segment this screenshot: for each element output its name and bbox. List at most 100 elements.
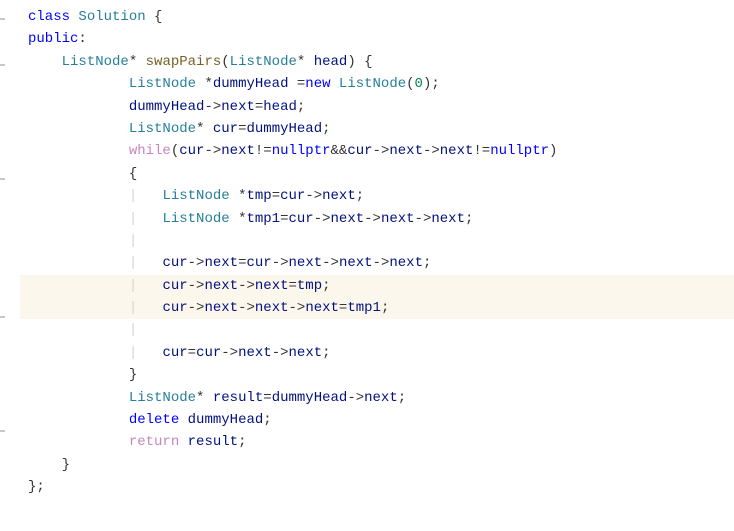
token: cur <box>162 300 187 316</box>
code-line[interactable]: ListNode* cur=dummyHead; <box>20 118 734 140</box>
token: * <box>129 54 146 70</box>
token <box>179 434 187 450</box>
token: dummyHead <box>213 76 289 92</box>
token: -> <box>373 255 390 271</box>
token: ; <box>381 300 389 316</box>
token: -> <box>314 211 331 227</box>
token: ListNode <box>129 121 196 137</box>
code-line[interactable]: { <box>20 163 734 185</box>
token: tmp <box>246 188 271 204</box>
token: dummyHead <box>188 412 264 428</box>
token: -> <box>415 211 432 227</box>
token: public <box>28 31 78 47</box>
token: tmp <box>297 278 322 294</box>
token: result <box>188 434 238 450</box>
code-line[interactable]: | <box>20 319 734 341</box>
token: ); <box>423 76 440 92</box>
code-line[interactable]: | <box>20 230 734 252</box>
token: while <box>129 143 171 159</box>
code-body[interactable]: class Solution {public: ListNode* swapPa… <box>20 6 734 499</box>
token: result <box>213 390 263 406</box>
token: = <box>263 390 271 406</box>
token: -> <box>305 188 322 204</box>
token: next <box>204 300 238 316</box>
code-line[interactable]: | cur=cur->next->next; <box>20 342 734 364</box>
token: ; <box>322 345 330 361</box>
token: tmp1 <box>246 211 280 227</box>
token: ListNode <box>339 76 406 92</box>
token: { <box>146 9 163 25</box>
code-line[interactable]: | ListNode *tmp1=cur->next->next->next; <box>20 208 734 230</box>
code-line[interactable]: while(cur->next!=nullptr&&cur->next->nex… <box>20 140 734 162</box>
token: next <box>255 300 289 316</box>
token: ; <box>238 434 246 450</box>
token: next <box>331 211 365 227</box>
token: next <box>440 143 474 159</box>
token: next <box>389 255 423 271</box>
token: -> <box>188 300 205 316</box>
token: -> <box>272 255 289 271</box>
token: } <box>129 367 137 383</box>
token: -> <box>238 278 255 294</box>
token: dummyHead <box>129 99 205 115</box>
token: } <box>62 457 70 473</box>
token: && <box>331 143 348 159</box>
token: next <box>255 278 289 294</box>
code-line[interactable]: dummyHead->next=head; <box>20 96 734 118</box>
code-line[interactable]: | cur->next->next->next=tmp1; <box>20 297 734 319</box>
token: 0 <box>415 76 423 92</box>
token: cur <box>179 143 204 159</box>
token: cur <box>246 255 271 271</box>
code-line[interactable]: ListNode* result=dummyHead->next; <box>20 387 734 409</box>
token: * <box>204 76 212 92</box>
token: return <box>129 434 179 450</box>
code-line[interactable]: return result; <box>20 431 734 453</box>
code-line[interactable]: } <box>20 364 734 386</box>
token: head <box>314 54 348 70</box>
token: -> <box>423 143 440 159</box>
token: next <box>221 143 255 159</box>
code-line[interactable]: | ListNode *tmp=cur->next; <box>20 185 734 207</box>
token: ( <box>406 76 414 92</box>
code-line[interactable]: } <box>20 454 734 476</box>
token: -> <box>204 99 221 115</box>
token: { <box>129 166 137 182</box>
token: = <box>188 345 196 361</box>
token: delete <box>129 412 179 428</box>
token: next <box>305 300 339 316</box>
token: tmp1 <box>347 300 381 316</box>
token: ; <box>465 211 473 227</box>
token: != <box>473 143 490 159</box>
token: cur <box>162 345 187 361</box>
token: -> <box>238 300 255 316</box>
token: * <box>196 390 213 406</box>
token <box>230 188 238 204</box>
token: ; <box>297 99 305 115</box>
token: ListNode <box>162 188 229 204</box>
token: -> <box>188 278 205 294</box>
token <box>331 76 339 92</box>
token: cur <box>213 121 238 137</box>
code-line[interactable]: ListNode* swapPairs(ListNode* head) { <box>20 51 734 73</box>
token: cur <box>288 211 313 227</box>
code-line[interactable]: }; <box>20 476 734 498</box>
code-line[interactable]: ListNode *dummyHead =new ListNode(0); <box>20 73 734 95</box>
token: cur <box>196 345 221 361</box>
token: cur <box>280 188 305 204</box>
token: ListNode <box>162 211 229 227</box>
token: }; <box>28 479 45 495</box>
code-line[interactable]: public: <box>20 28 734 50</box>
token: next <box>339 255 373 271</box>
token: dummyHead <box>272 390 348 406</box>
token: ListNode <box>129 390 196 406</box>
code-line[interactable]: delete dummyHead; <box>20 409 734 431</box>
code-line[interactable]: | cur->next->next=tmp; <box>20 275 734 297</box>
token: -> <box>221 345 238 361</box>
code-line[interactable]: | cur->next=cur->next->next->next; <box>20 252 734 274</box>
token: -> <box>364 211 381 227</box>
token: nullptr <box>490 143 549 159</box>
token: ) { <box>347 54 372 70</box>
token: next <box>364 390 398 406</box>
code-line[interactable]: class Solution { <box>20 6 734 28</box>
token: -> <box>188 255 205 271</box>
